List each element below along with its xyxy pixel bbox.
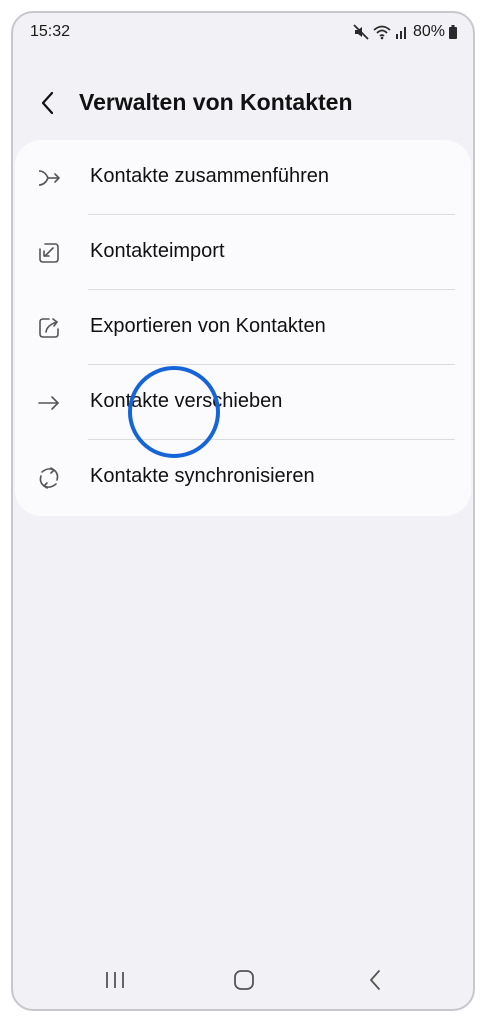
signal-icon: [395, 27, 406, 39]
home-icon: [234, 970, 254, 990]
home-button[interactable]: [224, 963, 264, 997]
import-icon: [39, 243, 59, 263]
menu-item-label: Kontakte verschieben: [90, 390, 283, 412]
header: Verwalten von Kontakten: [13, 83, 473, 123]
menu-item-label: Kontakteimport: [90, 240, 225, 262]
menu-item-export-contacts[interactable]: Exportieren von Kontakten: [15, 290, 471, 365]
back-button[interactable]: [33, 85, 63, 121]
navigation-bar: [13, 951, 473, 1009]
status-bar: 15:32 80%: [13, 13, 473, 53]
menu-item-label: Exportieren von Kontakten: [90, 315, 326, 337]
menu-item-label: Kontakte zusammenführen: [90, 165, 330, 187]
menu-item-label: Kontakte synchronisieren: [90, 465, 315, 487]
recents-button[interactable]: [95, 963, 135, 997]
menu-item-import-contacts[interactable]: Kontakteimport: [15, 215, 471, 290]
battery-icon: [449, 25, 457, 39]
export-icon: [39, 318, 59, 338]
menu-item-move-contacts[interactable]: Kontakte verschieben: [15, 365, 471, 440]
nav-back-button[interactable]: [355, 963, 395, 997]
menu-item-merge-contacts[interactable]: Kontakte zusammenführen: [15, 140, 471, 215]
sync-icon: [39, 467, 59, 489]
mute-icon: [353, 24, 369, 40]
recents-icon: [106, 972, 124, 988]
wifi-icon: [373, 25, 391, 40]
merge-icon: [38, 170, 60, 186]
phone-screen: 15:32 80% Verwalten von Kontakten Kontak…: [11, 11, 475, 1011]
menu-item-sync-contacts[interactable]: Kontakte synchronisieren: [15, 440, 471, 515]
chevron-left-icon: [41, 91, 54, 115]
battery-percent: 80%: [412, 23, 445, 40]
back-icon: [370, 970, 380, 990]
menu-card: Kontakte zusammenführen Kontakteimport E…: [15, 140, 471, 516]
page-title: Verwalten von Kontakten: [79, 89, 353, 115]
status-time: 15:32: [30, 23, 71, 40]
status-icons: 80%: [353, 22, 457, 42]
arrow-right-icon: [38, 396, 59, 410]
